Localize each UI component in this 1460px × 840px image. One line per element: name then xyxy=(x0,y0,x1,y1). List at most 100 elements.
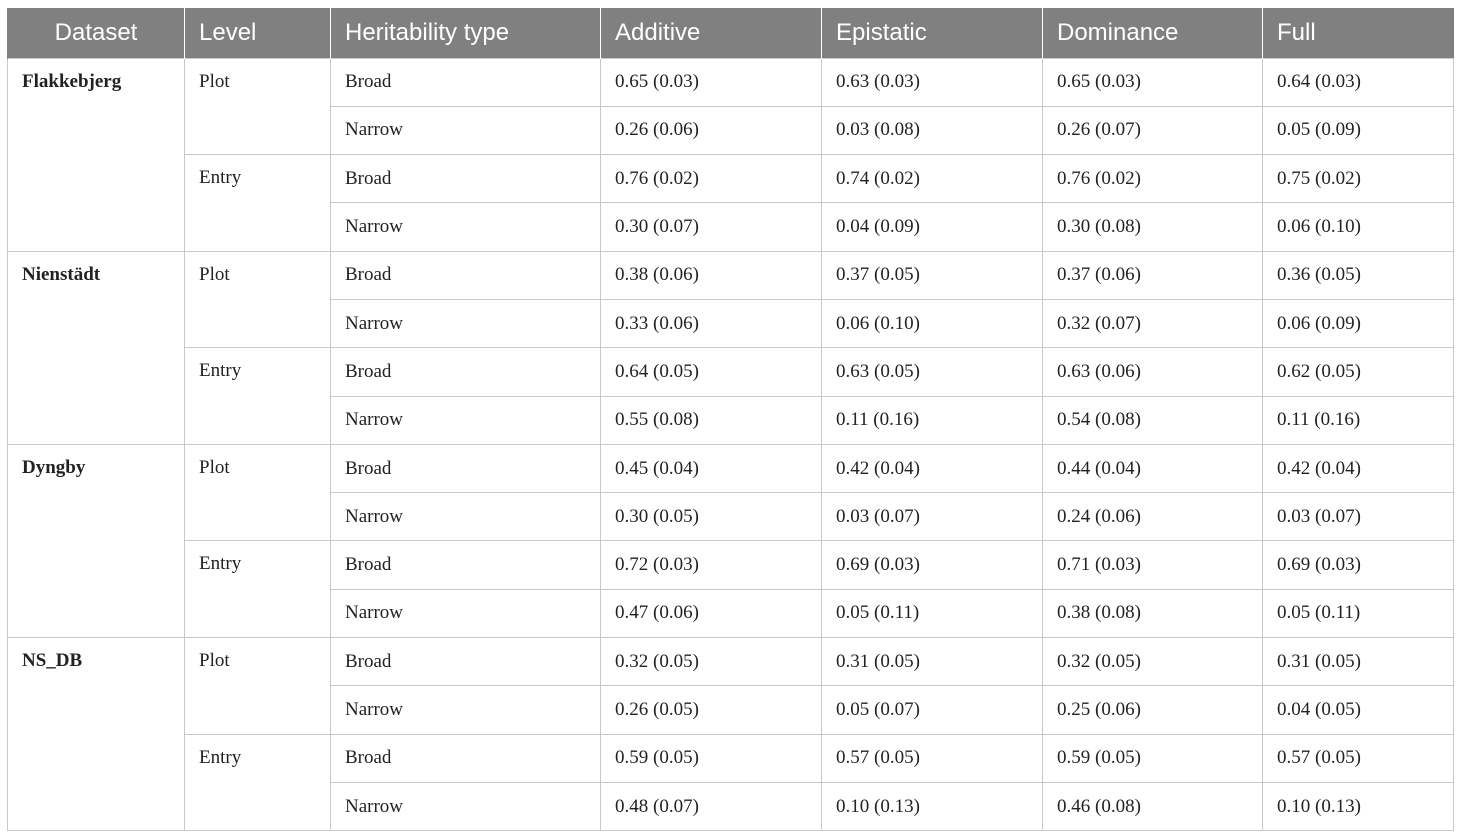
dominance-value-cell: 0.38 (0.08) xyxy=(1042,588,1263,639)
heritability-type-cell: Narrow xyxy=(330,781,601,832)
column-header-6: Full xyxy=(1262,8,1454,58)
full-value-cell: 0.05 (0.11) xyxy=(1262,588,1454,639)
epistatic-value-cell: 0.10 (0.13) xyxy=(821,781,1043,832)
heritability-type-cell: Broad xyxy=(330,250,601,300)
additive-value-cell: 0.55 (0.08) xyxy=(600,395,822,445)
epistatic-value-cell: 0.37 (0.05) xyxy=(821,250,1043,300)
additive-value-cell: 0.32 (0.05) xyxy=(600,637,822,687)
epistatic-value-cell: 0.63 (0.03) xyxy=(821,57,1043,107)
heritability-type-cell: Broad xyxy=(330,154,601,204)
table-row: Entry Broad 0.72 (0.03) 0.69 (0.03) 0.71 (0.… xyxy=(8,540,1454,639)
dataset-cell: Flakkebjerg xyxy=(7,57,185,252)
full-value-cell: 0.03 (0.07) xyxy=(1262,492,1454,542)
dominance-value-cell: 0.46 (0.08) xyxy=(1042,781,1263,832)
column-header-5: Dominance xyxy=(1042,8,1263,58)
epistatic-value-cell: 0.05 (0.11) xyxy=(821,588,1043,639)
additive-value-cell: 0.59 (0.05) xyxy=(600,733,822,783)
epistatic-value-cell: 0.06 (0.10) xyxy=(821,298,1043,349)
dataset-cell: Nienstädt xyxy=(7,250,185,445)
full-value-cell: 0.62 (0.05) xyxy=(1262,347,1454,397)
level-cell: Plot xyxy=(184,443,331,542)
dominance-value-cell: 0.76 (0.02) xyxy=(1042,154,1263,204)
table-row: Nienstädt Plot Broad 0.38 (0.06) 0.37 (0.05)… xyxy=(7,250,1454,445)
level-cell: Entry xyxy=(184,347,331,445)
epistatic-value-cell: 0.05 (0.07) xyxy=(821,685,1043,735)
additive-value-cell: 0.26 (0.05) xyxy=(600,685,822,735)
dominance-value-cell: 0.63 (0.06) xyxy=(1042,347,1263,397)
table-body: Flakkebjerg Plot Broad 0.65 (0.03) 0.63 (0.0… xyxy=(7,57,1454,832)
level-cell: Entry xyxy=(184,733,331,832)
dominance-value-cell: 0.37 (0.06) xyxy=(1042,250,1263,300)
dominance-value-cell: 0.71 (0.03) xyxy=(1042,540,1263,590)
column-header-2: Heritability type xyxy=(330,8,601,58)
level-cell: Entry xyxy=(184,154,331,252)
column-header-0: Dataset xyxy=(7,8,185,58)
dominance-value-cell: 0.65 (0.03) xyxy=(1042,57,1263,107)
full-value-cell: 0.42 (0.04) xyxy=(1262,443,1454,494)
heritability-type-cell: Narrow xyxy=(330,685,601,735)
column-header-1: Level xyxy=(184,8,331,58)
dominance-value-cell: 0.24 (0.06) xyxy=(1042,492,1263,542)
table-row: NS_DB Plot Broad 0.32 (0.05) 0.31 (0.05) 0.32… xyxy=(7,637,1454,832)
level-cell: Plot xyxy=(184,250,331,349)
dominance-value-cell: 0.32 (0.05) xyxy=(1042,637,1263,687)
heritability-type-cell: Narrow xyxy=(330,105,601,156)
heritability-type-cell: Narrow xyxy=(330,395,601,445)
additive-value-cell: 0.33 (0.06) xyxy=(600,298,822,349)
dominance-value-cell: 0.26 (0.07) xyxy=(1042,105,1263,156)
epistatic-value-cell: 0.11 (0.16) xyxy=(821,395,1043,445)
full-value-cell: 0.11 (0.16) xyxy=(1262,395,1454,445)
table-row: Entry Broad 0.64 (0.05) 0.63 (0.05) 0.63 (0.… xyxy=(8,347,1454,445)
full-value-cell: 0.57 (0.05) xyxy=(1262,733,1454,783)
dominance-value-cell: 0.25 (0.06) xyxy=(1042,685,1263,735)
additive-value-cell: 0.26 (0.06) xyxy=(600,105,822,156)
epistatic-value-cell: 0.69 (0.03) xyxy=(821,540,1043,590)
heritability-type-cell: Broad xyxy=(330,637,601,687)
heritability-type-cell: Broad xyxy=(330,57,601,107)
full-value-cell: 0.04 (0.05) xyxy=(1262,685,1454,735)
table-row: Entry Broad 0.76 (0.02) 0.74 (0.02) 0.76 (0.… xyxy=(8,154,1454,252)
level-cell: Entry xyxy=(184,540,331,639)
additive-value-cell: 0.72 (0.03) xyxy=(600,540,822,590)
heritability-type-cell: Narrow xyxy=(330,492,601,542)
level-cell: Plot xyxy=(184,637,331,735)
dominance-value-cell: 0.30 (0.08) xyxy=(1042,202,1263,252)
table-row: Dyngby Plot Broad 0.45 (0.04) 0.42 (0.04) 0.4… xyxy=(7,443,1454,639)
dominance-value-cell: 0.54 (0.08) xyxy=(1042,395,1263,445)
full-value-cell: 0.75 (0.02) xyxy=(1262,154,1454,204)
additive-value-cell: 0.48 (0.07) xyxy=(600,781,822,832)
epistatic-value-cell: 0.03 (0.07) xyxy=(821,492,1043,542)
column-header-4: Epistatic xyxy=(821,8,1043,58)
heritability-type-cell: Broad xyxy=(330,733,601,783)
level-cell: Plot xyxy=(184,57,331,156)
additive-value-cell: 0.30 (0.05) xyxy=(600,492,822,542)
table-header: Dataset Level Heritability type Additive Epi… xyxy=(7,8,1454,58)
full-value-cell: 0.05 (0.09) xyxy=(1262,105,1454,156)
full-value-cell: 0.31 (0.05) xyxy=(1262,637,1454,687)
dominance-value-cell: 0.59 (0.05) xyxy=(1042,733,1263,783)
full-value-cell: 0.10 (0.13) xyxy=(1262,781,1454,832)
dataset-cell: NS_DB xyxy=(7,637,185,832)
additive-value-cell: 0.30 (0.07) xyxy=(600,202,822,252)
heritability-type-cell: Broad xyxy=(330,540,601,590)
table-row: Entry Broad 0.59 (0.05) 0.57 (0.05) 0.59 (0.… xyxy=(8,733,1454,832)
additive-value-cell: 0.65 (0.03) xyxy=(600,57,822,107)
full-value-cell: 0.06 (0.10) xyxy=(1262,202,1454,252)
additive-value-cell: 0.47 (0.06) xyxy=(600,588,822,639)
heritability-type-cell: Narrow xyxy=(330,298,601,349)
full-value-cell: 0.36 (0.05) xyxy=(1262,250,1454,300)
full-value-cell: 0.06 (0.09) xyxy=(1262,298,1454,349)
heritability-type-cell: Narrow xyxy=(330,202,601,252)
heritability-type-cell: Narrow xyxy=(330,588,601,639)
additive-value-cell: 0.76 (0.02) xyxy=(600,154,822,204)
heritability-table: Dataset Level Heritability type Additive Epi… xyxy=(7,8,1454,832)
heritability-type-cell: Broad xyxy=(330,347,601,397)
additive-value-cell: 0.64 (0.05) xyxy=(600,347,822,397)
epistatic-value-cell: 0.31 (0.05) xyxy=(821,637,1043,687)
epistatic-value-cell: 0.57 (0.05) xyxy=(821,733,1043,783)
dataset-cell: Dyngby xyxy=(7,443,185,639)
epistatic-value-cell: 0.74 (0.02) xyxy=(821,154,1043,204)
dominance-value-cell: 0.32 (0.07) xyxy=(1042,298,1263,349)
full-value-cell: 0.64 (0.03) xyxy=(1262,57,1454,107)
column-header-3: Additive xyxy=(600,8,822,58)
